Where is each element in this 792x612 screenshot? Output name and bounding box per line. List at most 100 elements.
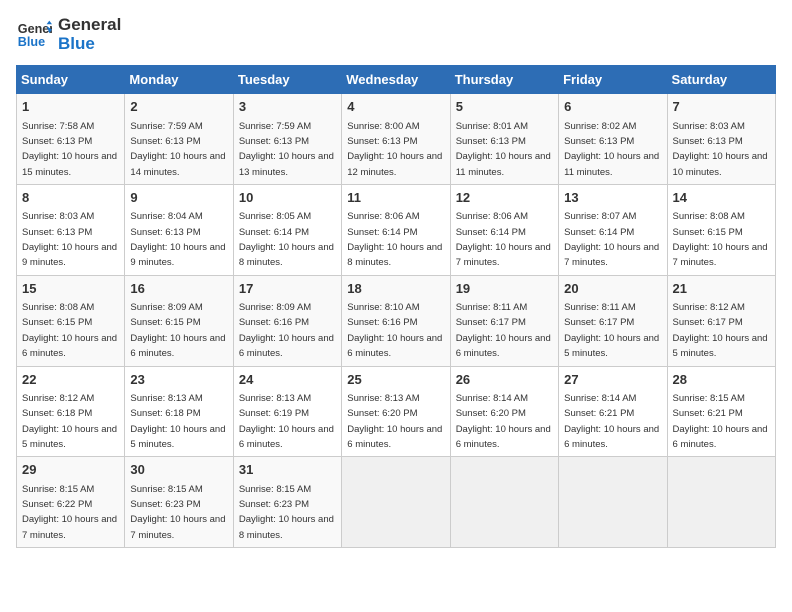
day-number: 21 [673, 280, 770, 298]
day-number: 2 [130, 98, 227, 116]
calendar-cell: 28 Sunrise: 8:15 AMSunset: 6:21 PMDaylig… [667, 366, 775, 457]
day-number: 25 [347, 371, 444, 389]
day-number: 8 [22, 189, 119, 207]
weekday-header-sunday: Sunday [17, 66, 125, 94]
calendar-cell: 29 Sunrise: 8:15 AMSunset: 6:22 PMDaylig… [17, 457, 125, 548]
cell-info: Sunrise: 7:58 AMSunset: 6:13 PMDaylight:… [22, 121, 117, 178]
weekday-header-wednesday: Wednesday [342, 66, 450, 94]
cell-info: Sunrise: 8:11 AMSunset: 6:17 PMDaylight:… [456, 302, 551, 359]
day-number: 12 [456, 189, 553, 207]
day-number: 28 [673, 371, 770, 389]
day-number: 14 [673, 189, 770, 207]
calendar-cell: 25 Sunrise: 8:13 AMSunset: 6:20 PMDaylig… [342, 366, 450, 457]
calendar-cell: 14 Sunrise: 8:08 AMSunset: 6:15 PMDaylig… [667, 185, 775, 276]
cell-info: Sunrise: 8:03 AMSunset: 6:13 PMDaylight:… [673, 121, 768, 178]
day-number: 26 [456, 371, 553, 389]
cell-info: Sunrise: 8:14 AMSunset: 6:20 PMDaylight:… [456, 393, 551, 450]
calendar-cell: 7 Sunrise: 8:03 AMSunset: 6:13 PMDayligh… [667, 94, 775, 185]
calendar-table: SundayMondayTuesdayWednesdayThursdayFrid… [16, 65, 776, 548]
cell-info: Sunrise: 8:13 AMSunset: 6:20 PMDaylight:… [347, 393, 442, 450]
cell-info: Sunrise: 7:59 AMSunset: 6:13 PMDaylight:… [130, 121, 225, 178]
calendar-cell: 26 Sunrise: 8:14 AMSunset: 6:20 PMDaylig… [450, 366, 558, 457]
day-number: 24 [239, 371, 336, 389]
calendar-cell: 3 Sunrise: 7:59 AMSunset: 6:13 PMDayligh… [233, 94, 341, 185]
cell-info: Sunrise: 8:08 AMSunset: 6:15 PMDaylight:… [673, 211, 768, 268]
day-number: 18 [347, 280, 444, 298]
day-number: 27 [564, 371, 661, 389]
day-number: 29 [22, 461, 119, 479]
day-number: 4 [347, 98, 444, 116]
calendar-cell: 15 Sunrise: 8:08 AMSunset: 6:15 PMDaylig… [17, 275, 125, 366]
cell-info: Sunrise: 8:10 AMSunset: 6:16 PMDaylight:… [347, 302, 442, 359]
day-number: 23 [130, 371, 227, 389]
day-number: 22 [22, 371, 119, 389]
cell-info: Sunrise: 8:04 AMSunset: 6:13 PMDaylight:… [130, 211, 225, 268]
cell-info: Sunrise: 8:08 AMSunset: 6:15 PMDaylight:… [22, 302, 117, 359]
cell-info: Sunrise: 8:12 AMSunset: 6:17 PMDaylight:… [673, 302, 768, 359]
day-number: 5 [456, 98, 553, 116]
calendar-cell: 30 Sunrise: 8:15 AMSunset: 6:23 PMDaylig… [125, 457, 233, 548]
weekday-header-thursday: Thursday [450, 66, 558, 94]
day-number: 11 [347, 189, 444, 207]
calendar-cell: 31 Sunrise: 8:15 AMSunset: 6:23 PMDaylig… [233, 457, 341, 548]
cell-info: Sunrise: 8:15 AMSunset: 6:23 PMDaylight:… [130, 484, 225, 541]
cell-info: Sunrise: 8:09 AMSunset: 6:16 PMDaylight:… [239, 302, 334, 359]
cell-info: Sunrise: 8:13 AMSunset: 6:18 PMDaylight:… [130, 393, 225, 450]
calendar-cell: 9 Sunrise: 8:04 AMSunset: 6:13 PMDayligh… [125, 185, 233, 276]
cell-info: Sunrise: 8:00 AMSunset: 6:13 PMDaylight:… [347, 121, 442, 178]
cell-info: Sunrise: 8:15 AMSunset: 6:21 PMDaylight:… [673, 393, 768, 450]
calendar-cell: 22 Sunrise: 8:12 AMSunset: 6:18 PMDaylig… [17, 366, 125, 457]
calendar-cell: 11 Sunrise: 8:06 AMSunset: 6:14 PMDaylig… [342, 185, 450, 276]
day-number: 3 [239, 98, 336, 116]
day-number: 6 [564, 98, 661, 116]
calendar-cell: 16 Sunrise: 8:09 AMSunset: 6:15 PMDaylig… [125, 275, 233, 366]
day-number: 13 [564, 189, 661, 207]
calendar-cell: 1 Sunrise: 7:58 AMSunset: 6:13 PMDayligh… [17, 94, 125, 185]
calendar-cell: 20 Sunrise: 8:11 AMSunset: 6:17 PMDaylig… [559, 275, 667, 366]
day-number: 10 [239, 189, 336, 207]
calendar-cell: 13 Sunrise: 8:07 AMSunset: 6:14 PMDaylig… [559, 185, 667, 276]
calendar-cell: 23 Sunrise: 8:13 AMSunset: 6:18 PMDaylig… [125, 366, 233, 457]
calendar-cell: 24 Sunrise: 8:13 AMSunset: 6:19 PMDaylig… [233, 366, 341, 457]
calendar-cell: 2 Sunrise: 7:59 AMSunset: 6:13 PMDayligh… [125, 94, 233, 185]
cell-info: Sunrise: 8:05 AMSunset: 6:14 PMDaylight:… [239, 211, 334, 268]
cell-info: Sunrise: 8:09 AMSunset: 6:15 PMDaylight:… [130, 302, 225, 359]
calendar-cell: 12 Sunrise: 8:06 AMSunset: 6:14 PMDaylig… [450, 185, 558, 276]
logo-icon: General Blue [16, 17, 52, 53]
calendar-cell [559, 457, 667, 548]
day-number: 19 [456, 280, 553, 298]
cell-info: Sunrise: 8:13 AMSunset: 6:19 PMDaylight:… [239, 393, 334, 450]
page-header: General Blue General Blue [16, 16, 776, 53]
cell-info: Sunrise: 8:06 AMSunset: 6:14 PMDaylight:… [456, 211, 551, 268]
cell-info: Sunrise: 8:01 AMSunset: 6:13 PMDaylight:… [456, 121, 551, 178]
day-number: 31 [239, 461, 336, 479]
cell-info: Sunrise: 8:12 AMSunset: 6:18 PMDaylight:… [22, 393, 117, 450]
calendar-cell: 27 Sunrise: 8:14 AMSunset: 6:21 PMDaylig… [559, 366, 667, 457]
cell-info: Sunrise: 8:07 AMSunset: 6:14 PMDaylight:… [564, 211, 659, 268]
calendar-cell [450, 457, 558, 548]
cell-info: Sunrise: 8:06 AMSunset: 6:14 PMDaylight:… [347, 211, 442, 268]
day-number: 15 [22, 280, 119, 298]
day-number: 9 [130, 189, 227, 207]
day-number: 30 [130, 461, 227, 479]
logo: General Blue General Blue [16, 16, 121, 53]
cell-info: Sunrise: 8:15 AMSunset: 6:23 PMDaylight:… [239, 484, 334, 541]
cell-info: Sunrise: 8:02 AMSunset: 6:13 PMDaylight:… [564, 121, 659, 178]
calendar-cell: 5 Sunrise: 8:01 AMSunset: 6:13 PMDayligh… [450, 94, 558, 185]
cell-info: Sunrise: 8:11 AMSunset: 6:17 PMDaylight:… [564, 302, 659, 359]
weekday-header-monday: Monday [125, 66, 233, 94]
day-number: 17 [239, 280, 336, 298]
calendar-cell: 10 Sunrise: 8:05 AMSunset: 6:14 PMDaylig… [233, 185, 341, 276]
day-number: 20 [564, 280, 661, 298]
day-number: 16 [130, 280, 227, 298]
day-number: 7 [673, 98, 770, 116]
calendar-cell: 18 Sunrise: 8:10 AMSunset: 6:16 PMDaylig… [342, 275, 450, 366]
calendar-cell: 4 Sunrise: 8:00 AMSunset: 6:13 PMDayligh… [342, 94, 450, 185]
calendar-cell: 6 Sunrise: 8:02 AMSunset: 6:13 PMDayligh… [559, 94, 667, 185]
calendar-cell: 17 Sunrise: 8:09 AMSunset: 6:16 PMDaylig… [233, 275, 341, 366]
weekday-header-friday: Friday [559, 66, 667, 94]
calendar-cell [342, 457, 450, 548]
calendar-cell: 8 Sunrise: 8:03 AMSunset: 6:13 PMDayligh… [17, 185, 125, 276]
calendar-cell: 21 Sunrise: 8:12 AMSunset: 6:17 PMDaylig… [667, 275, 775, 366]
day-number: 1 [22, 98, 119, 116]
